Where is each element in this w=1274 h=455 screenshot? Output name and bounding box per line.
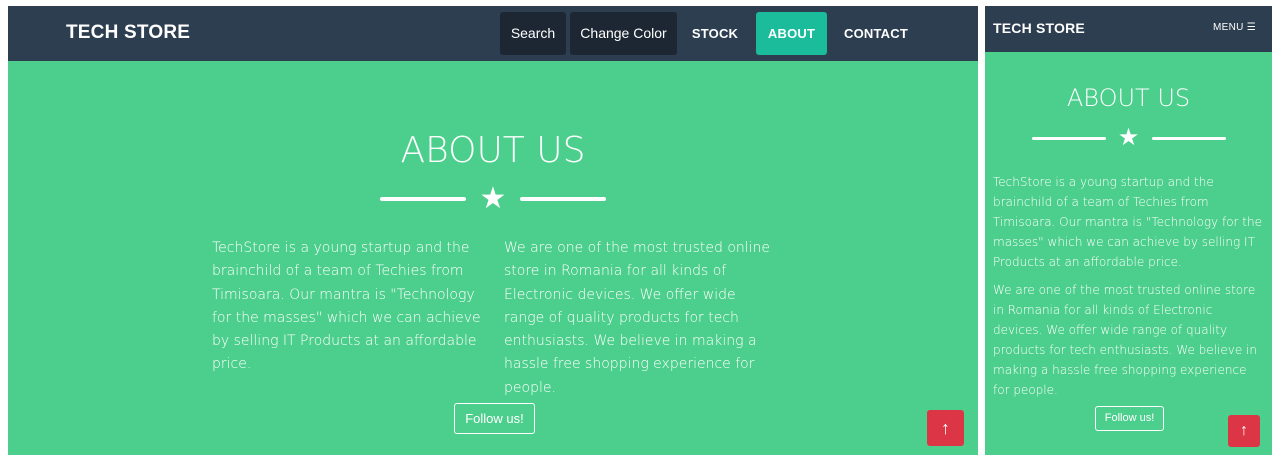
about-title: ABOUT US <box>400 130 586 171</box>
search-button[interactable]: Search <box>500 12 566 55</box>
change-color-button[interactable]: Change Color <box>570 12 677 55</box>
arrow-up-icon: ↑ <box>941 418 950 438</box>
star-icon: ★ <box>479 182 507 215</box>
nav-link-about[interactable]: ABOUT <box>756 12 827 55</box>
navbar: TECH STORE MENU ☰ <box>985 6 1272 52</box>
desktop-view: TECH STORE Search Change Color STOCK ABO… <box>8 6 978 455</box>
about-paragraph-1: TechStore is a young startup and the bra… <box>993 175 1262 269</box>
title-divider: ★ <box>8 184 978 214</box>
arrow-up-icon: ↑ <box>1240 422 1248 439</box>
about-paragraph-1: TechStore is a young startup and the bra… <box>212 240 481 373</box>
about-title: ABOUT US <box>1066 84 1191 112</box>
divider-line-left <box>380 197 466 201</box>
navbar: TECH STORE Search Change Color STOCK ABO… <box>8 6 978 61</box>
star-icon: ★ <box>1117 124 1140 151</box>
menu-toggle-button[interactable]: MENU ☰ <box>1213 22 1256 33</box>
divider-line-right <box>520 197 606 201</box>
divider-line-right <box>1151 136 1226 140</box>
about-paragraph-2: We are one of the most trusted online st… <box>504 240 771 396</box>
follow-us-button[interactable]: Follow us! <box>454 403 535 434</box>
nav-link-stock[interactable]: STOCK <box>682 12 748 55</box>
title-divider: ★ <box>985 125 1272 151</box>
divider-line-left <box>1031 136 1106 140</box>
brand-logo[interactable]: TECH STORE <box>66 22 190 44</box>
nav-link-contact[interactable]: CONTACT <box>833 12 919 55</box>
mobile-view: TECH STORE MENU ☰ ABOUT US ★ TechStore i… <box>985 6 1272 455</box>
about-paragraph-2: We are one of the most trusted online st… <box>993 283 1257 397</box>
scroll-to-top-button[interactable]: ↑ <box>1228 415 1260 447</box>
brand-logo[interactable]: TECH STORE <box>993 20 1085 36</box>
scroll-to-top-button[interactable]: ↑ <box>927 410 964 446</box>
menu-label: MENU ☰ <box>1213 22 1256 33</box>
follow-us-button[interactable]: Follow us! <box>1095 406 1164 431</box>
